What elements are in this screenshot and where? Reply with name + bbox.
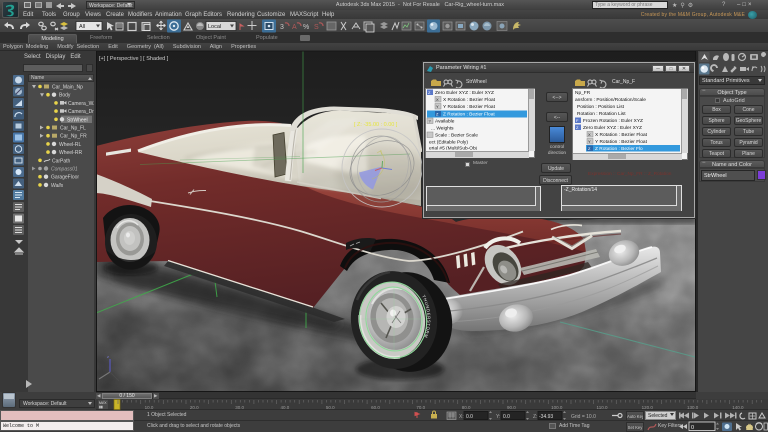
svg-text:Frozen Rotation : Euler XYZ: Frozen Rotation : Euler XYZ [583,118,643,124]
svg-text:Z:: Z: [533,414,537,420]
svg-text:... Weights: ... Weights [431,126,454,132]
svg-text:0: 0 [691,425,694,431]
svg-text:Car_Np_FL: Car_Np_FL [60,126,86,132]
svg-text:X: X [588,132,591,137]
svg-text:Zero Euler XYZ : Euler XYZ: Zero Euler XYZ : Euler XYZ [435,90,494,96]
svg-text:[ Z: -35.00 : 0.00 ]: [ Z: -35.00 : 0.00 ] [354,122,398,128]
svg-text:Position : Position List: Position : Position List [577,104,625,110]
svg-text:Local: Local [208,24,221,30]
svg-text:Rotation : Rotation List: Rotation : Rotation List [577,111,626,117]
svg-text:Car_Np_FR: Car_Np_FR [60,134,87,140]
svg-text:%: % [303,24,309,31]
svg-text:Wheel-RR: Wheel-RR [59,150,82,156]
svg-text:Compass01: Compass01 [51,167,78,173]
svg-text:Y:: Y: [496,414,500,420]
svg-text:X Rotation : Bezier Float: X Rotation : Bezier Float [443,97,496,103]
svg-text:X Rotation : Bezier Float: X Rotation : Bezier Float [595,132,648,138]
svg-text:Y: Y [588,139,591,144]
svg-text:▮▮: ▮▮ [99,405,103,409]
svg-text:Car_Main_Np: Car_Main_Np [52,85,83,91]
svg-text:Scale : Bezier Scale: Scale : Bezier Scale [435,133,478,139]
svg-text:ect (Editable Poly): ect (Editable Poly) [429,140,468,146]
svg-text:Y: Y [436,104,439,109]
svg-text:Walls: Walls [51,183,64,189]
svg-text:X: X [436,97,439,102]
svg-text:Z Rotation : Bezier Flo: Z Rotation : Bezier Flo [595,146,643,152]
svg-text:Camera_W...: Camera_W... [68,101,94,107]
svg-text:StrWheel: StrWheel [67,117,88,123]
svg-text:Available: Available [435,119,455,125]
svg-text:X:: X: [459,414,464,420]
svg-text:[+] [ Perspective ] [ Shaded ]: [+] [ Perspective ] [ Shaded ] [99,56,169,62]
svg-text:-34.93: -34.93 [539,414,553,420]
svg-text:0.0: 0.0 [503,414,510,420]
svg-text:CarPath: CarPath [52,158,71,164]
svg-text:All: All [79,24,85,30]
svg-text:ansform : Position/Rotation/Sc: ansform : Position/Rotation/Scale [575,97,646,103]
svg-text:Wheel-RL: Wheel-RL [59,142,81,148]
svg-text:Zero Euler XYZ : Euler XYZ: Zero Euler XYZ : Euler XYZ [583,125,642,131]
svg-text:A: A [292,24,297,31]
svg-text:Camera_Dr...: Camera_Dr... [68,109,94,115]
svg-text:Np_FR: Np_FR [575,90,591,96]
svg-text:Z Rotation : Bezier Float: Z Rotation : Bezier Float [443,112,495,118]
svg-text:0.0: 0.0 [466,414,473,420]
svg-text:GarageFloor: GarageFloor [51,175,79,181]
svg-text:Grid = 10.0: Grid = 10.0 [571,414,596,420]
svg-text:erial #5 (Multi/Sub-Obj: erial #5 (Multi/Sub-Obj [429,146,477,151]
svg-text:Y Rotation : Bezier Float: Y Rotation : Bezier Float [595,139,648,145]
svg-text:Y Rotation : Bezier Float: Y Rotation : Bezier Float [443,104,496,110]
svg-text:Body: Body [59,93,71,99]
svg-text:S: S [314,24,319,31]
svg-text:3: 3 [280,24,284,31]
svg-text:z: z [107,354,109,359]
